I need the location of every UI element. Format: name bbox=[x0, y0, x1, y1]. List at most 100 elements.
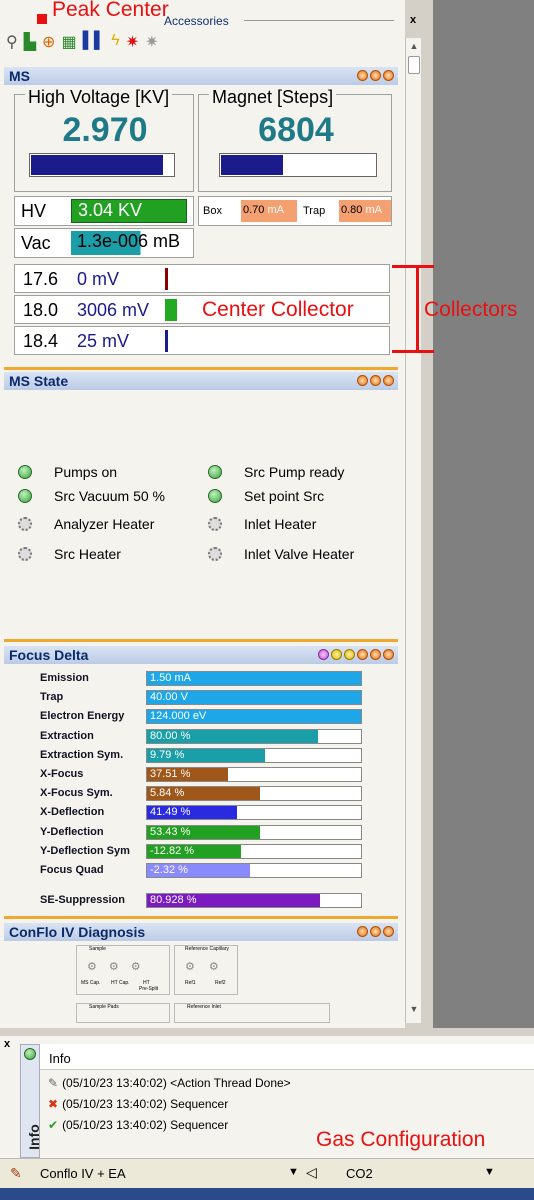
focus-bar[interactable]: 53.43 % bbox=[146, 824, 362, 840]
expand-icon[interactable] bbox=[357, 375, 368, 386]
collector-mass: 18.0 bbox=[23, 300, 59, 320]
collapse-icon[interactable] bbox=[383, 70, 394, 81]
peak-center-annotation: Peak Center bbox=[52, 0, 169, 21]
focus-value: 80.00 % bbox=[150, 729, 191, 742]
focus-bar[interactable]: 5.84 % bbox=[146, 786, 362, 802]
ms-title: MS bbox=[9, 68, 30, 84]
log-item[interactable]: ✖ (05/10/23 13:40:02) Sequencer bbox=[48, 1097, 528, 1111]
center-collector-annotation: Center Collector bbox=[202, 298, 354, 321]
focus-bar[interactable]: 41.49 % bbox=[146, 805, 362, 821]
minimize-icon[interactable] bbox=[370, 926, 381, 937]
target-icon[interactable]: ⊕ bbox=[42, 32, 55, 52]
config-select[interactable]: Conflo IV + EA bbox=[40, 1166, 126, 1181]
yellow-icon[interactable] bbox=[331, 649, 342, 660]
focus-value: 40.00 V bbox=[150, 691, 188, 704]
focus-bar[interactable]: -12.82 % bbox=[146, 843, 362, 859]
focus-bar[interactable]: 37.51 % bbox=[146, 767, 362, 782]
focus-label: Y-Deflection bbox=[40, 825, 104, 838]
scroll-up-icon[interactable]: ▲ bbox=[406, 38, 422, 54]
expand-icon[interactable] bbox=[357, 926, 368, 937]
trap-value-field: 0.80 mA bbox=[339, 200, 391, 222]
magenta-icon[interactable] bbox=[318, 649, 329, 660]
hv-bar-fill bbox=[31, 155, 164, 175]
collectors-annotation: Collectors bbox=[424, 298, 518, 321]
expand-icon[interactable] bbox=[357, 649, 368, 660]
focus-title: Focus Delta bbox=[9, 647, 89, 663]
bracket bbox=[416, 266, 419, 352]
gas-select[interactable]: CO2 bbox=[346, 1166, 373, 1181]
led-icon bbox=[18, 465, 32, 479]
minimize-icon[interactable] bbox=[370, 70, 381, 81]
divider bbox=[4, 639, 398, 642]
log-text: (05/10/23 13:40:02) <Action Thread Done> bbox=[62, 1076, 291, 1090]
ref-cap-label: Reference Capillary bbox=[185, 946, 229, 952]
magnet-title: Magnet [Steps] bbox=[209, 87, 337, 108]
error-icon: ✖ bbox=[48, 1097, 59, 1111]
info-close-icon[interactable]: x bbox=[4, 1038, 10, 1050]
scroll-thumb[interactable] bbox=[408, 56, 420, 74]
info-tab[interactable]: Info bbox=[20, 1044, 42, 1158]
divider bbox=[4, 916, 398, 919]
main-panel: Accessories ⚲ ▙ ⊕ ▦ ▌▌ ϟ ✷ ✷ MS High Vol… bbox=[0, 0, 405, 1028]
divider bbox=[244, 20, 394, 21]
focus-label: Extraction Sym. bbox=[40, 748, 124, 761]
expand-icon[interactable] bbox=[357, 70, 368, 81]
status-indicator: Src Heater bbox=[18, 546, 121, 562]
red-star-icon[interactable]: ✷ bbox=[126, 32, 139, 52]
collector-bar bbox=[165, 330, 168, 352]
status-indicator: Src Pump ready bbox=[208, 464, 344, 480]
config-icon: ✎ bbox=[10, 1165, 22, 1181]
log-text: (05/10/23 13:40:02) Sequencer bbox=[62, 1097, 229, 1111]
close-icon[interactable]: x bbox=[405, 14, 421, 30]
ok-icon: ✔ bbox=[48, 1118, 59, 1132]
sample-pads-group: Sample Pads bbox=[76, 1003, 170, 1023]
divider bbox=[4, 367, 398, 370]
collapse-icon[interactable] bbox=[383, 375, 394, 386]
collapse-icon[interactable] bbox=[383, 926, 394, 937]
collector-bar bbox=[165, 299, 177, 321]
chevron-down-icon[interactable]: ▼ bbox=[484, 1166, 495, 1178]
status-toolbar: ✎ Conflo IV + EA ▼ ◁ CO2 ▼ bbox=[0, 1158, 534, 1188]
gas-icon: ◁ bbox=[306, 1164, 317, 1180]
focus-bar[interactable]: 9.79 % bbox=[146, 747, 362, 763]
minimize-icon[interactable] bbox=[370, 649, 381, 660]
lightning-icon[interactable]: ϟ bbox=[111, 32, 119, 52]
focus-value: 124.000 eV bbox=[150, 710, 207, 723]
log-item[interactable]: ✎ (05/10/23 13:40:02) <Action Thread Done… bbox=[48, 1076, 528, 1090]
info-tab-label: Info bbox=[25, 1124, 42, 1150]
ms-cap-label: MS Cap. bbox=[81, 980, 101, 986]
focus-label: Extraction bbox=[40, 729, 94, 742]
focus-bar[interactable]: 1.50 mA bbox=[146, 671, 362, 686]
conflo-header: ConFlo IV Diagnosis bbox=[4, 923, 398, 941]
focus-label: X-Focus Sym. bbox=[40, 787, 113, 800]
chevron-down-icon[interactable]: ▼ bbox=[288, 1166, 299, 1178]
yellow-icon[interactable] bbox=[344, 649, 355, 660]
focus-bar[interactable]: 80.00 % bbox=[146, 728, 362, 744]
vac-label: Vac bbox=[21, 233, 51, 253]
hv-title: High Voltage [KV] bbox=[25, 87, 173, 108]
focus-bar[interactable]: 80.928 % bbox=[146, 893, 362, 908]
focus-header: Focus Delta bbox=[4, 646, 398, 664]
focus-bar[interactable]: -2.32 % bbox=[146, 863, 362, 878]
gray-star-icon[interactable]: ✷ bbox=[145, 32, 158, 52]
focus-bar[interactable]: 124.000 eV bbox=[146, 709, 362, 725]
scroll-down-icon[interactable]: ▼ bbox=[406, 1001, 422, 1017]
box-trap-row: Box 0.70 mA Trap 0.80 mA bbox=[198, 196, 392, 226]
bars-icon[interactable]: ▌▌ bbox=[83, 32, 106, 52]
search-icon[interactable]: ⚲ bbox=[6, 32, 18, 52]
status-indicator: Inlet Valve Heater bbox=[208, 546, 354, 562]
chart-icon[interactable]: ▦ bbox=[61, 32, 76, 52]
minimize-icon[interactable] bbox=[370, 375, 381, 386]
gear-icon bbox=[18, 517, 32, 531]
collector-mass: 17.6 bbox=[23, 269, 59, 289]
scrollbar[interactable]: ▲ ▼ bbox=[405, 38, 421, 1023]
status-icon bbox=[24, 1048, 36, 1060]
collector-value: 0 mV bbox=[77, 269, 120, 289]
collector-value: 25 mV bbox=[77, 331, 130, 351]
peak-center-icon[interactable]: ▙ bbox=[24, 32, 36, 52]
valve-icons: ⚙⚙ bbox=[185, 961, 233, 973]
magnet-bar-fill bbox=[221, 155, 284, 175]
focus-bar[interactable]: 40.00 V bbox=[146, 690, 362, 706]
toolbar-icons: ⚲ ▙ ⊕ ▦ ▌▌ ϟ ✷ ✷ bbox=[6, 32, 159, 52]
collapse-icon[interactable] bbox=[383, 649, 394, 660]
